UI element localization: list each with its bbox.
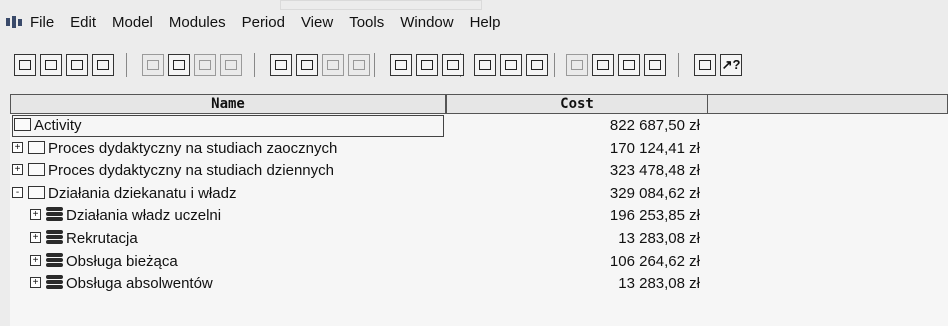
menu-tools[interactable]: Tools (349, 14, 384, 31)
nav-b-icon[interactable] (618, 54, 640, 76)
view-c-icon[interactable] (526, 54, 548, 76)
tree-icon[interactable] (442, 54, 464, 76)
expand-toggle-icon[interactable]: + (30, 232, 41, 243)
filter-icon[interactable] (566, 54, 588, 76)
table-row[interactable]: + Obsługa absolwentów 13 283,08 zł (10, 274, 940, 295)
activity-stack-icon (46, 230, 63, 245)
menu-file[interactable]: File (30, 14, 54, 31)
view-b-icon[interactable] (500, 54, 522, 76)
paste-icon[interactable] (194, 54, 216, 76)
menu-window[interactable]: Window (400, 14, 453, 31)
row-name: Obsługa absolwentów (66, 275, 213, 293)
new-icon[interactable] (14, 54, 36, 76)
cut-icon[interactable] (142, 54, 164, 76)
activity-stack-icon (46, 275, 63, 290)
save-icon[interactable] (66, 54, 88, 76)
menu-help[interactable]: Help (470, 14, 501, 31)
move-icon[interactable] (322, 54, 344, 76)
row-cost: 170 124,41 zł (609, 139, 700, 157)
properties-icon[interactable] (348, 54, 370, 76)
column-header-empty (708, 94, 948, 114)
expand-toggle-icon[interactable]: + (30, 277, 41, 289)
row-name: Obsługa bieżąca (66, 252, 178, 270)
folder-icon (28, 163, 45, 177)
row-cost: 323 478,48 zł (609, 162, 700, 180)
collapse-icon[interactable] (390, 54, 412, 76)
menu-view[interactable]: View (301, 14, 333, 31)
folder-icon (28, 140, 45, 154)
table-row[interactable]: + Obsługa bieżąca 106 264,62 zł (10, 252, 940, 273)
undo-icon[interactable] (220, 54, 242, 76)
help-pointer-icon[interactable]: ↗? (720, 54, 742, 76)
table-row[interactable]: + Rekrutacja 13 283,08 zł (10, 229, 940, 250)
print-icon[interactable] (92, 54, 114, 76)
row-cost: 329 084,62 zł (609, 184, 700, 202)
selection-outline (12, 115, 444, 137)
activity-stack-icon (46, 207, 63, 222)
toolbar-separator (374, 53, 375, 77)
expand-toggle-icon[interactable]: + (12, 141, 23, 153)
menu-period[interactable]: Period (242, 14, 285, 31)
row-cost: 106 264,62 zł (609, 252, 700, 270)
new-object-icon[interactable] (270, 54, 292, 76)
table-row[interactable]: Activity 822 687,50 zł (10, 115, 940, 137)
app-icon (6, 16, 22, 28)
column-header-name[interactable]: Name (10, 94, 446, 114)
menu-bar: File Edit Model Modules Period View Tool… (0, 0, 948, 44)
menu-edit[interactable]: Edit (70, 14, 96, 31)
table-row[interactable]: + Proces dydaktyczny na studiach dziennyc… (10, 161, 940, 182)
activity-grid: Name Cost Activity 822 687,50 zł + Proces d… (10, 94, 948, 326)
row-name: Działania dziekanatu i władz (48, 184, 237, 202)
table-row[interactable]: - Działania dziekanatu i władz 329 084,62 … (10, 184, 940, 205)
row-name: Działania władz uczelni (66, 207, 222, 225)
toolbar-separator (554, 53, 555, 77)
row-cost: 13 283,08 zł (618, 275, 700, 293)
delete-object-icon[interactable] (296, 54, 318, 76)
toolbar: ↗? (14, 50, 944, 80)
toolbar-separator (678, 53, 679, 77)
column-header-cost[interactable]: Cost (446, 94, 708, 114)
table-row[interactable]: + Proces dydaktyczny na studiach zaocznyc… (10, 139, 940, 160)
row-name: Rekrutacja (66, 230, 138, 247)
menu-modules[interactable]: Modules (169, 14, 226, 31)
table-row[interactable]: + Działania władz uczelni 196 253,85 zł (10, 206, 940, 227)
menu-model[interactable]: Model (112, 14, 153, 31)
row-name: Proces dydaktyczny na studiach zaocznych (48, 139, 338, 157)
nav-c-icon[interactable] (644, 54, 666, 76)
expand-all-icon[interactable] (416, 54, 438, 76)
row-name: Proces dydaktyczny na studiach dziennych (48, 162, 334, 180)
folder-icon (28, 185, 45, 199)
options-icon[interactable] (694, 54, 716, 76)
copy-icon[interactable] (168, 54, 190, 76)
activity-stack-icon (46, 252, 63, 268)
expand-toggle-icon[interactable]: + (30, 209, 41, 221)
nav-a-icon[interactable] (592, 54, 614, 76)
row-cost: 196 253,85 zł (609, 207, 700, 225)
toolbar-separator (254, 53, 255, 77)
toolbar-separator (126, 53, 127, 77)
view-a-icon[interactable] (474, 54, 496, 76)
row-cost: 822 687,50 zł (609, 117, 700, 134)
expand-toggle-icon[interactable]: + (30, 254, 41, 266)
expand-toggle-icon[interactable]: + (12, 164, 23, 176)
open-icon[interactable] (40, 54, 62, 76)
row-cost: 13 283,08 zł (618, 230, 700, 247)
collapse-toggle-icon[interactable]: - (12, 186, 23, 198)
